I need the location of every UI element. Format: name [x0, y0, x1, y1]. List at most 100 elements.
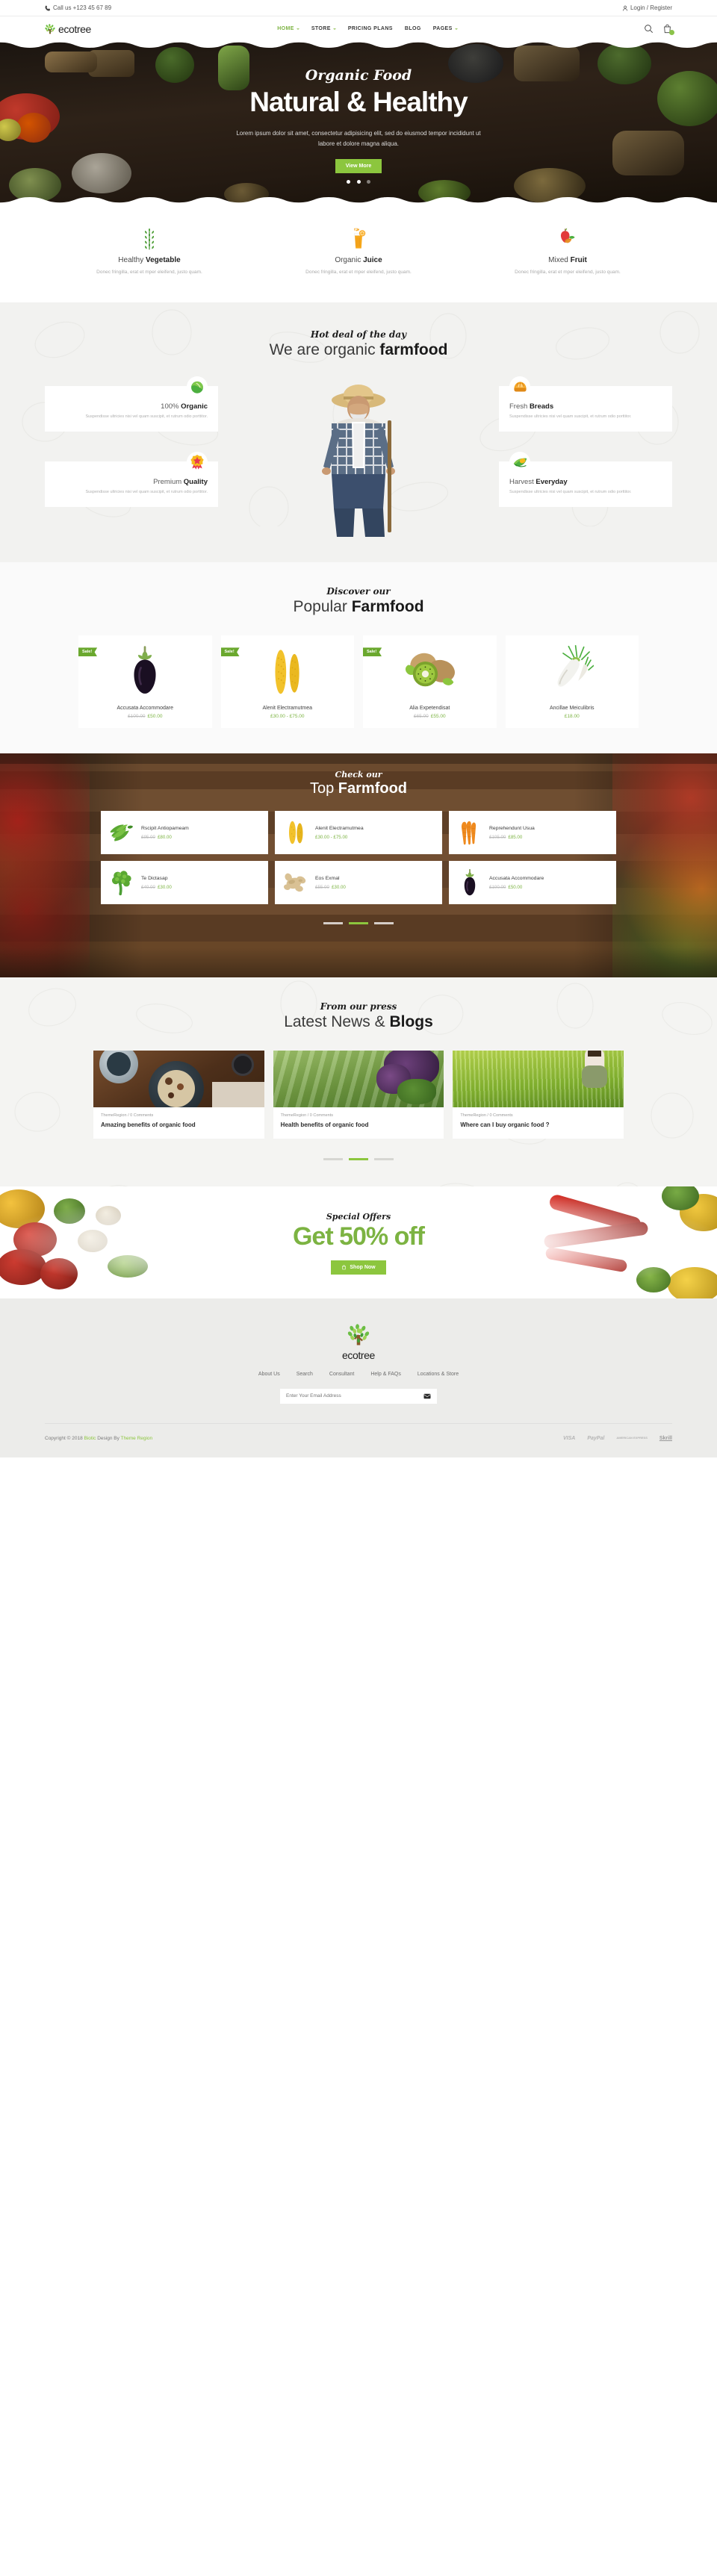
top-product-card[interactable]: Alenit Electramutmea £30.00 - £75.00	[275, 811, 442, 855]
footer-link-help-faqs[interactable]: Help & FAQs	[370, 1372, 400, 1377]
title-light: 100%	[161, 402, 181, 411]
blog-post-meta: ThemeRegion / 0 Comments	[460, 1113, 513, 1119]
footer-link-search[interactable]: Search	[297, 1372, 313, 1377]
pager-bar-2[interactable]	[349, 922, 368, 925]
nav-item-home[interactable]: HOME	[277, 26, 299, 31]
product-price: £18.00	[506, 714, 639, 719]
site-footer: ecotree About Us Search Consultant Help …	[0, 1298, 717, 1457]
feature-title-bold: Fruit	[570, 256, 587, 264]
hot-deal-section: Hot deal of the day We are organic farmf…	[0, 302, 717, 563]
blog-subtitle: From our press	[320, 1001, 397, 1012]
top-product-card[interactable]: Te Dictasap £40.00 £30.00	[101, 861, 268, 905]
newsletter-form[interactable]	[280, 1388, 437, 1404]
nav-item-pricing-plans[interactable]: PRICING PLANS	[348, 26, 393, 31]
cart-button[interactable]	[662, 24, 674, 35]
blog-section: From our press Latest News & Blogs Theme…	[0, 977, 717, 1225]
payment-paypal: PayPal	[587, 1435, 605, 1441]
nav-item-pages[interactable]: PAGES	[433, 26, 458, 31]
feature-title: Healthy Vegetable	[45, 256, 254, 264]
hero-title: Natural & Healthy	[249, 87, 468, 117]
product-card[interactable]: Ancillae Meiculibris £18.00	[505, 635, 639, 729]
hero-view-more-button[interactable]: View More	[335, 159, 382, 174]
product-card[interactable]: Sale!	[220, 635, 354, 729]
blog-title-light: Latest News &	[284, 1013, 390, 1031]
top-product-name: Eos Exmal	[315, 876, 340, 882]
top-product-name: Alenit Electramutmea	[315, 826, 364, 832]
nav-label: PAGES	[432, 26, 453, 31]
hot-deal-left-column: 100% Organic Suspendisse ultricies nisi …	[45, 376, 218, 541]
old-price: £100.00	[489, 885, 506, 891]
hot-deal-title: We are organic farmfood	[0, 341, 717, 359]
top-product-card[interactable]: Accusata Accommodare £100.00 £50.00	[449, 861, 616, 905]
popular-title-light: Popular	[293, 598, 352, 616]
ginger-image	[282, 868, 309, 897]
nav-label: STORE	[311, 26, 331, 31]
hot-deal-card-desc: Suspendisse ultricies nisi vel quam susc…	[509, 414, 632, 420]
top-product-card[interactable]: Eos Exmal £55.00 £30.00	[275, 861, 442, 905]
blog-post-card[interactable]: ThemeRegion / 0 Comments Health benefits…	[273, 1051, 444, 1139]
product-new-price: £30.00 - £75.00	[270, 714, 305, 720]
tree-logo-icon	[347, 1324, 370, 1345]
login-register[interactable]: Login / Register	[622, 4, 672, 11]
hero-slider: Organic Food Natural & Healthy Lorem ips…	[0, 41, 717, 204]
harvest-icon	[509, 452, 530, 473]
feature-title-bold: Juice	[363, 256, 382, 264]
top-product-name: Accusata Accommodare	[489, 876, 544, 882]
brand-logo[interactable]: ecotree	[45, 23, 91, 35]
product-price: £65.00 £55.00	[363, 714, 497, 719]
footer-bottom-bar: Copyright © 2018 Biotic Design By Theme …	[45, 1422, 672, 1441]
top-farmfood-grid: Rscipit Antiopameam £95.00 £80.00 Alenit …	[101, 811, 616, 905]
top-product-price: £55.00 £30.00	[315, 885, 435, 890]
hero-dot-2[interactable]	[356, 180, 361, 184]
beans-image	[108, 818, 135, 847]
top-product-price: £95.00 £80.00	[141, 835, 261, 840]
pager-bar-1[interactable]	[323, 922, 343, 925]
popular-farmfood-section: Discover our Popular Farmfood Sale! Accu…	[0, 562, 717, 754]
product-new-price: £55.00	[430, 714, 446, 720]
top-product-card[interactable]: Rscipit Antiopameam £95.00 £80.00	[101, 811, 268, 855]
product-card[interactable]: Sale!	[363, 635, 497, 729]
footer-link-about-us[interactable]: About Us	[258, 1372, 280, 1377]
pager-bar-3[interactable]	[374, 922, 394, 925]
new-price: £50.00	[508, 885, 523, 891]
shop-now-button[interactable]: Shop Now	[331, 1260, 386, 1275]
footer-link-consultant[interactable]: Consultant	[329, 1372, 354, 1377]
product-card[interactable]: Sale! Accusata Accommodare £100.00 £50.00	[78, 635, 212, 729]
hot-deal-card-title: Harvest Everyday	[509, 478, 662, 486]
eggplant-image	[78, 641, 212, 700]
search-button[interactable]	[644, 24, 654, 34]
top-product-card[interactable]: Reprehendunt Usua £105.00 £85.00	[449, 811, 616, 855]
blog-post-card[interactable]: ThemeRegion / 0 Comments Amazing benefit…	[93, 1051, 264, 1139]
popular-title: Popular Farmfood	[0, 598, 717, 616]
blog-post-card[interactable]: ThemeRegion / 0 Comments Where can I buy…	[453, 1051, 624, 1139]
sale-badge: Sale!	[78, 647, 98, 657]
feature-healthy-vegetable: Healthy Vegetable Donec fringilla, erat …	[45, 226, 254, 277]
hero-dot-1[interactable]	[347, 180, 351, 184]
footer-link-locations-store[interactable]: Locations & Store	[418, 1372, 459, 1377]
copyright-brand[interactable]: Biotic	[84, 1436, 96, 1441]
features-section: Healthy Vegetable Donec fringilla, erat …	[0, 204, 717, 303]
feature-title-light: Organic	[335, 256, 364, 264]
user-icon	[622, 5, 628, 11]
copyright-pre: Copyright © 2018	[45, 1435, 84, 1441]
feature-title-light: Mixed	[548, 256, 571, 264]
copyright-author[interactable]: Theme Region	[121, 1436, 153, 1441]
envelope-icon[interactable]	[423, 1393, 431, 1399]
hero-dot-3[interactable]	[366, 180, 370, 184]
call-us[interactable]: Call us +123 45 67 89	[45, 4, 111, 11]
special-offer-section: Special Offers Get 50% off Shop Now	[0, 1186, 717, 1298]
hot-deal-subtitle: Hot deal of the day	[310, 329, 407, 340]
radish-image	[506, 641, 639, 700]
feature-description: Donec fringilla, erat et mper eleifend, …	[96, 270, 202, 275]
nav-item-store[interactable]: STORE	[311, 26, 336, 31]
vineyard-image	[273, 1051, 444, 1108]
hero-description: Lorem ipsum dolor sit amet, consectetur …	[236, 130, 481, 147]
juice-icon	[254, 226, 463, 252]
product-old-price: £100.00	[128, 714, 146, 720]
title-bold: Organic	[181, 402, 208, 411]
newsletter-email-input[interactable]	[286, 1393, 423, 1399]
nav-item-blog[interactable]: BLOG	[405, 26, 421, 31]
feature-title: Mixed Fruit	[463, 256, 672, 264]
brand-name: ecotree	[58, 22, 91, 35]
new-price: £80.00	[157, 835, 172, 841]
